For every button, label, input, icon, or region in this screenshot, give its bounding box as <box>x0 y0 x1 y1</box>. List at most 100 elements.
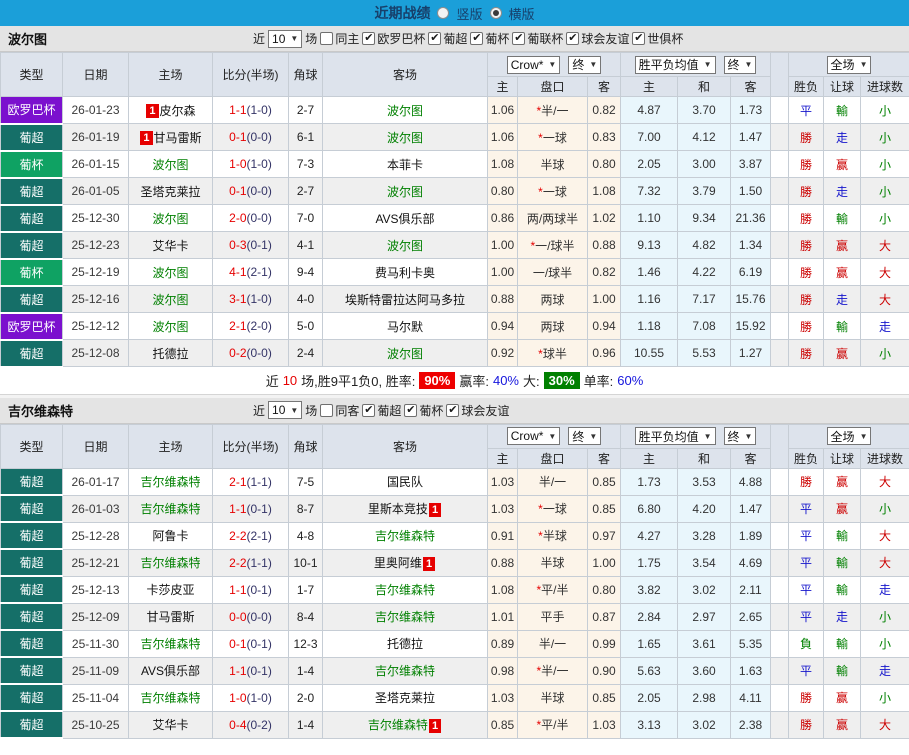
full-game-select[interactable]: 全场 ▼ <box>826 55 872 74</box>
full-game-select[interactable]: 全场 ▼ <box>826 427 872 445</box>
wdl-mean-select[interactable]: 胜平负均值 ▼ <box>634 55 716 74</box>
same-venue-filter[interactable]: 同主 <box>320 30 359 47</box>
team-link[interactable]: 吉尔维森特 <box>140 475 200 489</box>
team-link[interactable]: 吉尔维森特 <box>140 637 200 651</box>
team-link[interactable]: 阿鲁卡 <box>152 529 188 543</box>
team-link[interactable]: 波尔图 <box>152 320 188 334</box>
team-link[interactable]: 波尔图 <box>387 239 423 253</box>
checkbox-checked-icon[interactable]: ✔ <box>512 32 526 45</box>
wdl-time-select[interactable]: 终 ▼ <box>723 55 757 74</box>
team-link[interactable]: 本菲卡 <box>387 158 423 172</box>
handicap-result-flag: 赢 <box>823 494 862 523</box>
team-link[interactable]: 波尔图 <box>387 131 423 145</box>
checkbox-icon[interactable] <box>320 403 334 417</box>
away-team: 里奥阿维 1 <box>322 548 488 577</box>
league-filter[interactable]: ✔ 葡超 <box>362 402 401 419</box>
team-link[interactable]: 里奥阿维 <box>374 556 422 570</box>
summary-count: 10 <box>282 373 298 388</box>
team-link[interactable]: 费马利卡奥 <box>375 266 435 280</box>
team-link[interactable]: 甘马雷斯 <box>146 610 194 624</box>
card-badge: 1 <box>422 556 436 571</box>
checkbox-checked-icon[interactable]: ✔ <box>632 32 646 45</box>
checkbox-checked-icon[interactable]: ✔ <box>470 32 484 45</box>
team-link[interactable]: 波尔图 <box>152 266 188 280</box>
away-team: 吉尔维森特 1 <box>322 710 488 739</box>
team-link[interactable]: 波尔图 <box>387 347 423 361</box>
team-link[interactable]: 波尔图 <box>152 158 188 172</box>
team-link[interactable]: 托德拉 <box>387 637 423 651</box>
wdl-time-select[interactable]: 终 ▼ <box>723 427 757 445</box>
league-badge: 葡超 <box>0 521 63 550</box>
team-link[interactable]: 甘马雷斯 <box>154 131 202 145</box>
team-link[interactable]: 吉尔维森特 <box>368 718 428 732</box>
team-link[interactable]: AVS俱乐部 <box>375 212 434 226</box>
league-filter[interactable]: ✔ 葡超 <box>428 30 467 47</box>
checkbox-checked-icon[interactable]: ✔ <box>362 32 376 45</box>
col-handicap: 盘口 <box>517 76 588 97</box>
team-link[interactable]: 圣塔克莱拉 <box>375 691 435 705</box>
odds-source-select[interactable]: Crow* ▼ <box>506 55 561 74</box>
checkbox-checked-icon[interactable]: ✔ <box>428 32 442 45</box>
handicap-line: 平手 <box>517 602 588 631</box>
league-filter[interactable]: ✔ 葡杯 <box>404 402 443 419</box>
filter-bar: 近 10 ▼ 场 同客 ✔ 葡超 ✔ 葡杯 ✔ 球会友谊 <box>253 401 509 419</box>
team-link[interactable]: 吉尔维森特 <box>140 556 200 570</box>
team-link[interactable]: 波尔图 <box>152 293 188 307</box>
team-link[interactable]: 马尔默 <box>387 320 423 334</box>
odds-time-select[interactable]: 终 ▼ <box>568 55 602 74</box>
team-link[interactable]: 吉尔维森特 <box>140 691 200 705</box>
team-link[interactable]: 波尔图 <box>387 104 423 118</box>
goals-result-flag: 小 <box>860 629 909 658</box>
odds-time-select[interactable]: 终 ▼ <box>568 427 602 445</box>
team-link[interactable]: 里斯本竞技 <box>368 502 428 516</box>
team-link[interactable]: 波尔图 <box>387 185 423 199</box>
mean-home: 1.16 <box>620 285 678 313</box>
checkbox-checked-icon[interactable]: ✔ <box>566 32 580 45</box>
team-link[interactable]: 波尔图 <box>152 212 188 226</box>
team-link[interactable]: 吉尔维森特 <box>375 664 435 678</box>
same-venue-filter[interactable]: 同客 <box>320 402 359 419</box>
team-link[interactable]: 吉尔维森特 <box>375 610 435 624</box>
result-flag: 平 <box>788 494 825 523</box>
section-header-porto: 波尔图 近 10 ▼ 场 同主 ✔ 欧罗巴杯 ✔ 葡超 ✔ 葡杯 ✔ 葡联杯 ✔ 球会友谊 ✔ 世俱杯 <box>0 26 909 52</box>
mean-draw: 3.00 <box>677 150 731 178</box>
radio-horizontal[interactable] <box>489 7 502 19</box>
near-label: 近 <box>253 32 266 46</box>
team-link[interactable]: 艾华卡 <box>152 239 188 253</box>
team-link[interactable]: 托德拉 <box>152 347 188 361</box>
checkbox-icon[interactable] <box>320 32 334 45</box>
league-filter[interactable]: ✔ 球会友谊 <box>446 402 509 419</box>
radio-vertical[interactable] <box>437 7 450 19</box>
checkbox-checked-icon[interactable]: ✔ <box>446 403 460 417</box>
radio-horizontal-label[interactable]: 横版 <box>509 4 535 23</box>
team-link[interactable]: AVS俱乐部 <box>141 664 200 678</box>
team-link[interactable]: 吉尔维森特 <box>140 502 200 516</box>
league-filter[interactable]: ✔ 欧罗巴杯 <box>362 30 425 47</box>
fulltime-score: 3-1 <box>229 292 247 306</box>
league-filter[interactable]: ✔ 世俱杯 <box>632 30 683 47</box>
team-link[interactable]: 国民队 <box>387 475 423 489</box>
league-filter[interactable]: ✔ 葡杯 <box>470 30 509 47</box>
team-link[interactable]: 艾华卡 <box>152 718 188 732</box>
match-score: 2-1(2-0) <box>212 312 289 340</box>
match-score: 0-4(0-2) <box>212 710 289 739</box>
filter-bar: 近 10 ▼ 场 同主 ✔ 欧罗巴杯 ✔ 葡超 ✔ 葡杯 ✔ 葡联杯 ✔ 球会友谊 ✔ 世俱杯 <box>253 29 683 48</box>
wdl-mean-select[interactable]: 胜平负均值 ▼ <box>634 427 716 445</box>
team-link[interactable]: 吉尔维森特 <box>375 529 435 543</box>
checkbox-checked-icon[interactable]: ✔ <box>362 403 376 417</box>
league-filter[interactable]: ✔ 球会友谊 <box>566 30 629 47</box>
team-link[interactable]: 卡莎皮亚 <box>146 583 194 597</box>
team-link[interactable]: 吉尔维森特 <box>375 583 435 597</box>
checkbox-checked-icon[interactable]: ✔ <box>404 403 418 417</box>
team-link[interactable]: 圣塔克莱拉 <box>140 185 200 199</box>
away-odds: 0.80 <box>587 150 621 178</box>
home-odds: 1.03 <box>487 494 518 523</box>
team-link[interactable]: 皮尔森 <box>160 104 196 118</box>
team-name: 波尔图 <box>8 32 48 47</box>
league-filter[interactable]: ✔ 葡联杯 <box>512 30 563 47</box>
odds-source-select[interactable]: Crow* ▼ <box>506 427 561 445</box>
team-link[interactable]: 埃斯特雷拉达阿马多拉 <box>345 293 465 307</box>
match-count-select[interactable]: 10 ▼ <box>268 401 303 419</box>
radio-vertical-label[interactable]: 竖版 <box>456 4 482 23</box>
match-count-select[interactable]: 10 ▼ <box>268 29 303 48</box>
